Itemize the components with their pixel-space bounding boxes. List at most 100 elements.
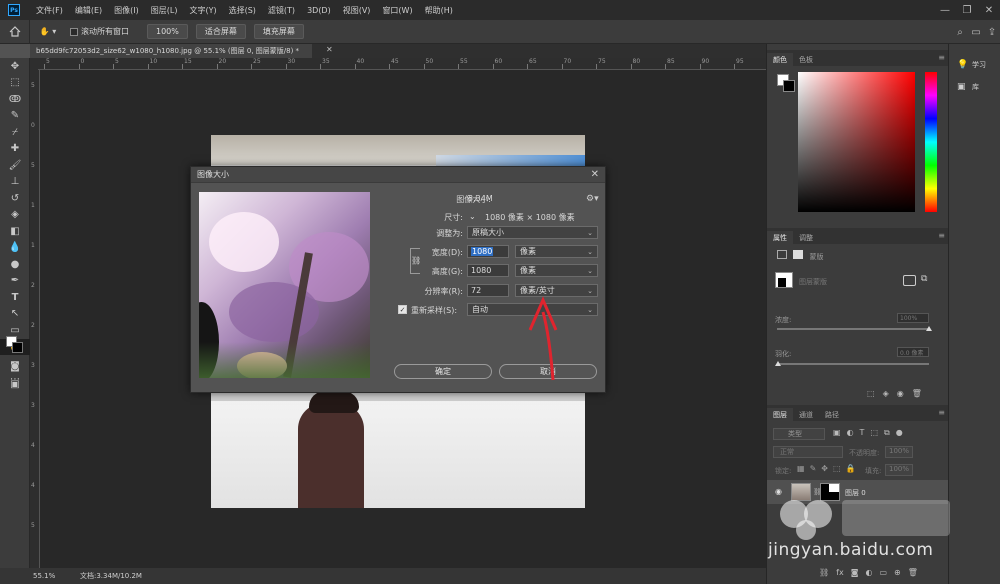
brush-tool-icon[interactable]: 🖌 — [0, 157, 30, 174]
move-tool-icon[interactable]: ✥ — [0, 58, 30, 75]
delete-icon[interactable]: 🗑 — [912, 389, 922, 398]
filter-pixel-icon[interactable]: ▣ — [833, 428, 841, 438]
zoom-readout[interactable]: 55.1% — [0, 572, 55, 580]
lock-position-icon[interactable]: ✥ — [821, 464, 828, 473]
blend-mode-select[interactable]: 正常 — [773, 446, 843, 458]
panel-menu-icon[interactable]: ≡ — [938, 231, 945, 240]
tab-layers[interactable]: 图层 — [767, 408, 793, 421]
menu-3d[interactable]: 3D(D) — [301, 6, 337, 15]
mask-apply-icon[interactable]: ⧉ — [921, 274, 927, 284]
menu-type[interactable]: 文字(Y) — [183, 5, 222, 16]
filter-toggle-icon[interactable]: ● — [896, 428, 903, 438]
close-icon[interactable]: ✕ — [978, 0, 1000, 20]
library-panel-button[interactable]: ▣ 库 — [949, 76, 1000, 98]
tab-properties[interactable]: 属性 — [767, 231, 793, 244]
tab-close-icon[interactable]: ✕ — [326, 45, 333, 54]
menu-layer[interactable]: 图层(L) — [145, 5, 184, 16]
close-icon[interactable]: ✕ — [591, 169, 599, 180]
feather-field[interactable]: 0.0 像素 — [897, 347, 929, 357]
ok-button[interactable]: 确定 — [394, 364, 492, 379]
quick-select-tool-icon[interactable]: ✎ — [0, 108, 30, 125]
filter-smart-icon[interactable]: ⧉ — [884, 428, 890, 438]
hue-slider[interactable] — [925, 72, 937, 212]
filter-shape-icon[interactable]: ⬚ — [870, 428, 878, 438]
feather-slider[interactable] — [777, 363, 929, 365]
tab-color[interactable]: 颜色 — [767, 53, 793, 66]
lock-transparent-icon[interactable]: ▦ — [797, 464, 805, 473]
height-input[interactable]: 1080 — [467, 264, 509, 277]
lock-artboard-icon[interactable]: ⬚ — [833, 464, 841, 473]
image-preview[interactable] — [199, 192, 370, 378]
visibility-eye-icon[interactable]: ◉ — [897, 389, 904, 398]
gear-icon[interactable]: ⚙▾ — [586, 194, 599, 204]
home-icon[interactable] — [0, 19, 30, 44]
dodge-tool-icon[interactable]: ● — [0, 256, 30, 273]
resolution-input[interactable]: 72 — [467, 284, 509, 297]
panel-menu-icon[interactable]: ≡ — [938, 408, 945, 417]
cancel-button[interactable]: 取消 — [499, 364, 597, 379]
new-group-icon[interactable]: ▭ — [879, 568, 887, 577]
fill-screen-button[interactable]: 填充屏幕 — [253, 24, 304, 39]
tab-paths[interactable]: 路径 — [819, 408, 845, 421]
zoom-100-button[interactable]: 100% — [147, 24, 188, 39]
path-select-tool-icon[interactable]: ↖ — [0, 306, 30, 323]
dialog-title[interactable]: 图像大小 — [191, 167, 605, 183]
document-tab[interactable]: b65dd9fc72053d2_size62_w1080_h1080.jpg @… — [30, 44, 312, 58]
menu-image[interactable]: 图像(I) — [108, 5, 145, 16]
background-color-swatch[interactable] — [12, 342, 23, 353]
menu-view[interactable]: 视图(V) — [337, 5, 377, 16]
color-picker-field[interactable] — [798, 72, 915, 212]
hand-tool-icon[interactable]: ✋ ▾ — [30, 27, 66, 36]
add-mask-icon[interactable]: ◙ — [851, 568, 859, 577]
menu-edit[interactable]: 编辑(E) — [69, 5, 108, 16]
quick-mask-icon[interactable]: ◙ — [0, 358, 30, 375]
search-icon[interactable]: ⌕ — [952, 27, 968, 38]
width-unit-select[interactable]: 像素 ⌄ — [515, 245, 598, 258]
minimize-icon[interactable]: — — [934, 0, 956, 20]
eraser-tool-icon[interactable]: ◈ — [0, 207, 30, 224]
vector-mask-icon[interactable] — [793, 250, 804, 259]
density-slider[interactable] — [777, 328, 929, 330]
delete-layer-icon[interactable]: 🗑 — [908, 568, 918, 577]
gradient-tool-icon[interactable]: ◧ — [0, 223, 30, 240]
layer-filter-select[interactable]: 类型 — [773, 428, 825, 440]
menu-file[interactable]: 文件(F) — [30, 5, 69, 16]
apply-mask-icon[interactable]: ◈ — [883, 389, 889, 398]
history-brush-icon[interactable]: ↺ — [0, 190, 30, 207]
menu-window[interactable]: 窗口(W) — [376, 5, 418, 16]
lasso-tool-icon[interactable]: ↂ — [0, 91, 30, 108]
lock-pixels-icon[interactable]: ✎ — [810, 464, 817, 473]
pen-tool-icon[interactable]: ✒ — [0, 273, 30, 290]
panel-menu-icon[interactable]: ≡ — [938, 53, 945, 62]
resample-checkbox[interactable]: ✓ — [398, 305, 407, 314]
learn-panel-button[interactable]: 💡 学习 — [949, 54, 1000, 76]
lock-all-icon[interactable]: 🔒 — [846, 464, 856, 473]
pixel-mask-icon[interactable] — [777, 250, 787, 259]
restore-icon[interactable]: ❐ — [956, 0, 978, 20]
scroll-all-windows-checkbox[interactable]: 滚动所有窗口 — [70, 26, 129, 37]
mask-selection-icon[interactable] — [903, 275, 916, 286]
new-layer-icon[interactable]: ⊕ — [894, 568, 901, 577]
link-layers-icon[interactable]: ⛓ — [819, 568, 829, 577]
filter-adjust-icon[interactable]: ◐ — [847, 428, 854, 438]
density-field[interactable]: 100% — [897, 313, 929, 323]
load-selection-icon[interactable]: ⬚ — [867, 389, 875, 398]
eyedropper-tool-icon[interactable]: ⌿ — [0, 124, 30, 141]
opacity-field[interactable]: 100% — [885, 446, 913, 458]
menu-help[interactable]: 帮助(H) — [419, 5, 459, 16]
width-input[interactable]: 1080 — [467, 245, 509, 258]
resample-select[interactable]: 自动 ⌄ — [467, 303, 598, 316]
tab-adjustments[interactable]: 调整 — [793, 231, 819, 244]
marquee-tool-icon[interactable]: ⬚ — [0, 75, 30, 92]
tab-swatches[interactable]: 色板 — [793, 53, 819, 66]
filter-type-icon[interactable]: T — [860, 428, 865, 438]
resolution-unit-select[interactable]: 像素/英寸 ⌄ — [515, 284, 598, 297]
fit-to-select[interactable]: 原稿大小 ⌄ — [467, 226, 598, 239]
type-tool-icon[interactable]: T — [0, 289, 30, 306]
menu-select[interactable]: 选择(S) — [223, 5, 262, 16]
menu-filter[interactable]: 滤镜(T) — [262, 5, 301, 16]
tab-channels[interactable]: 通道 — [793, 408, 819, 421]
dimensions-chevron-icon[interactable]: ⌄ — [469, 212, 476, 221]
feather-slider-knob[interactable] — [775, 361, 781, 366]
adjustment-layer-icon[interactable]: ◐ — [865, 568, 872, 577]
